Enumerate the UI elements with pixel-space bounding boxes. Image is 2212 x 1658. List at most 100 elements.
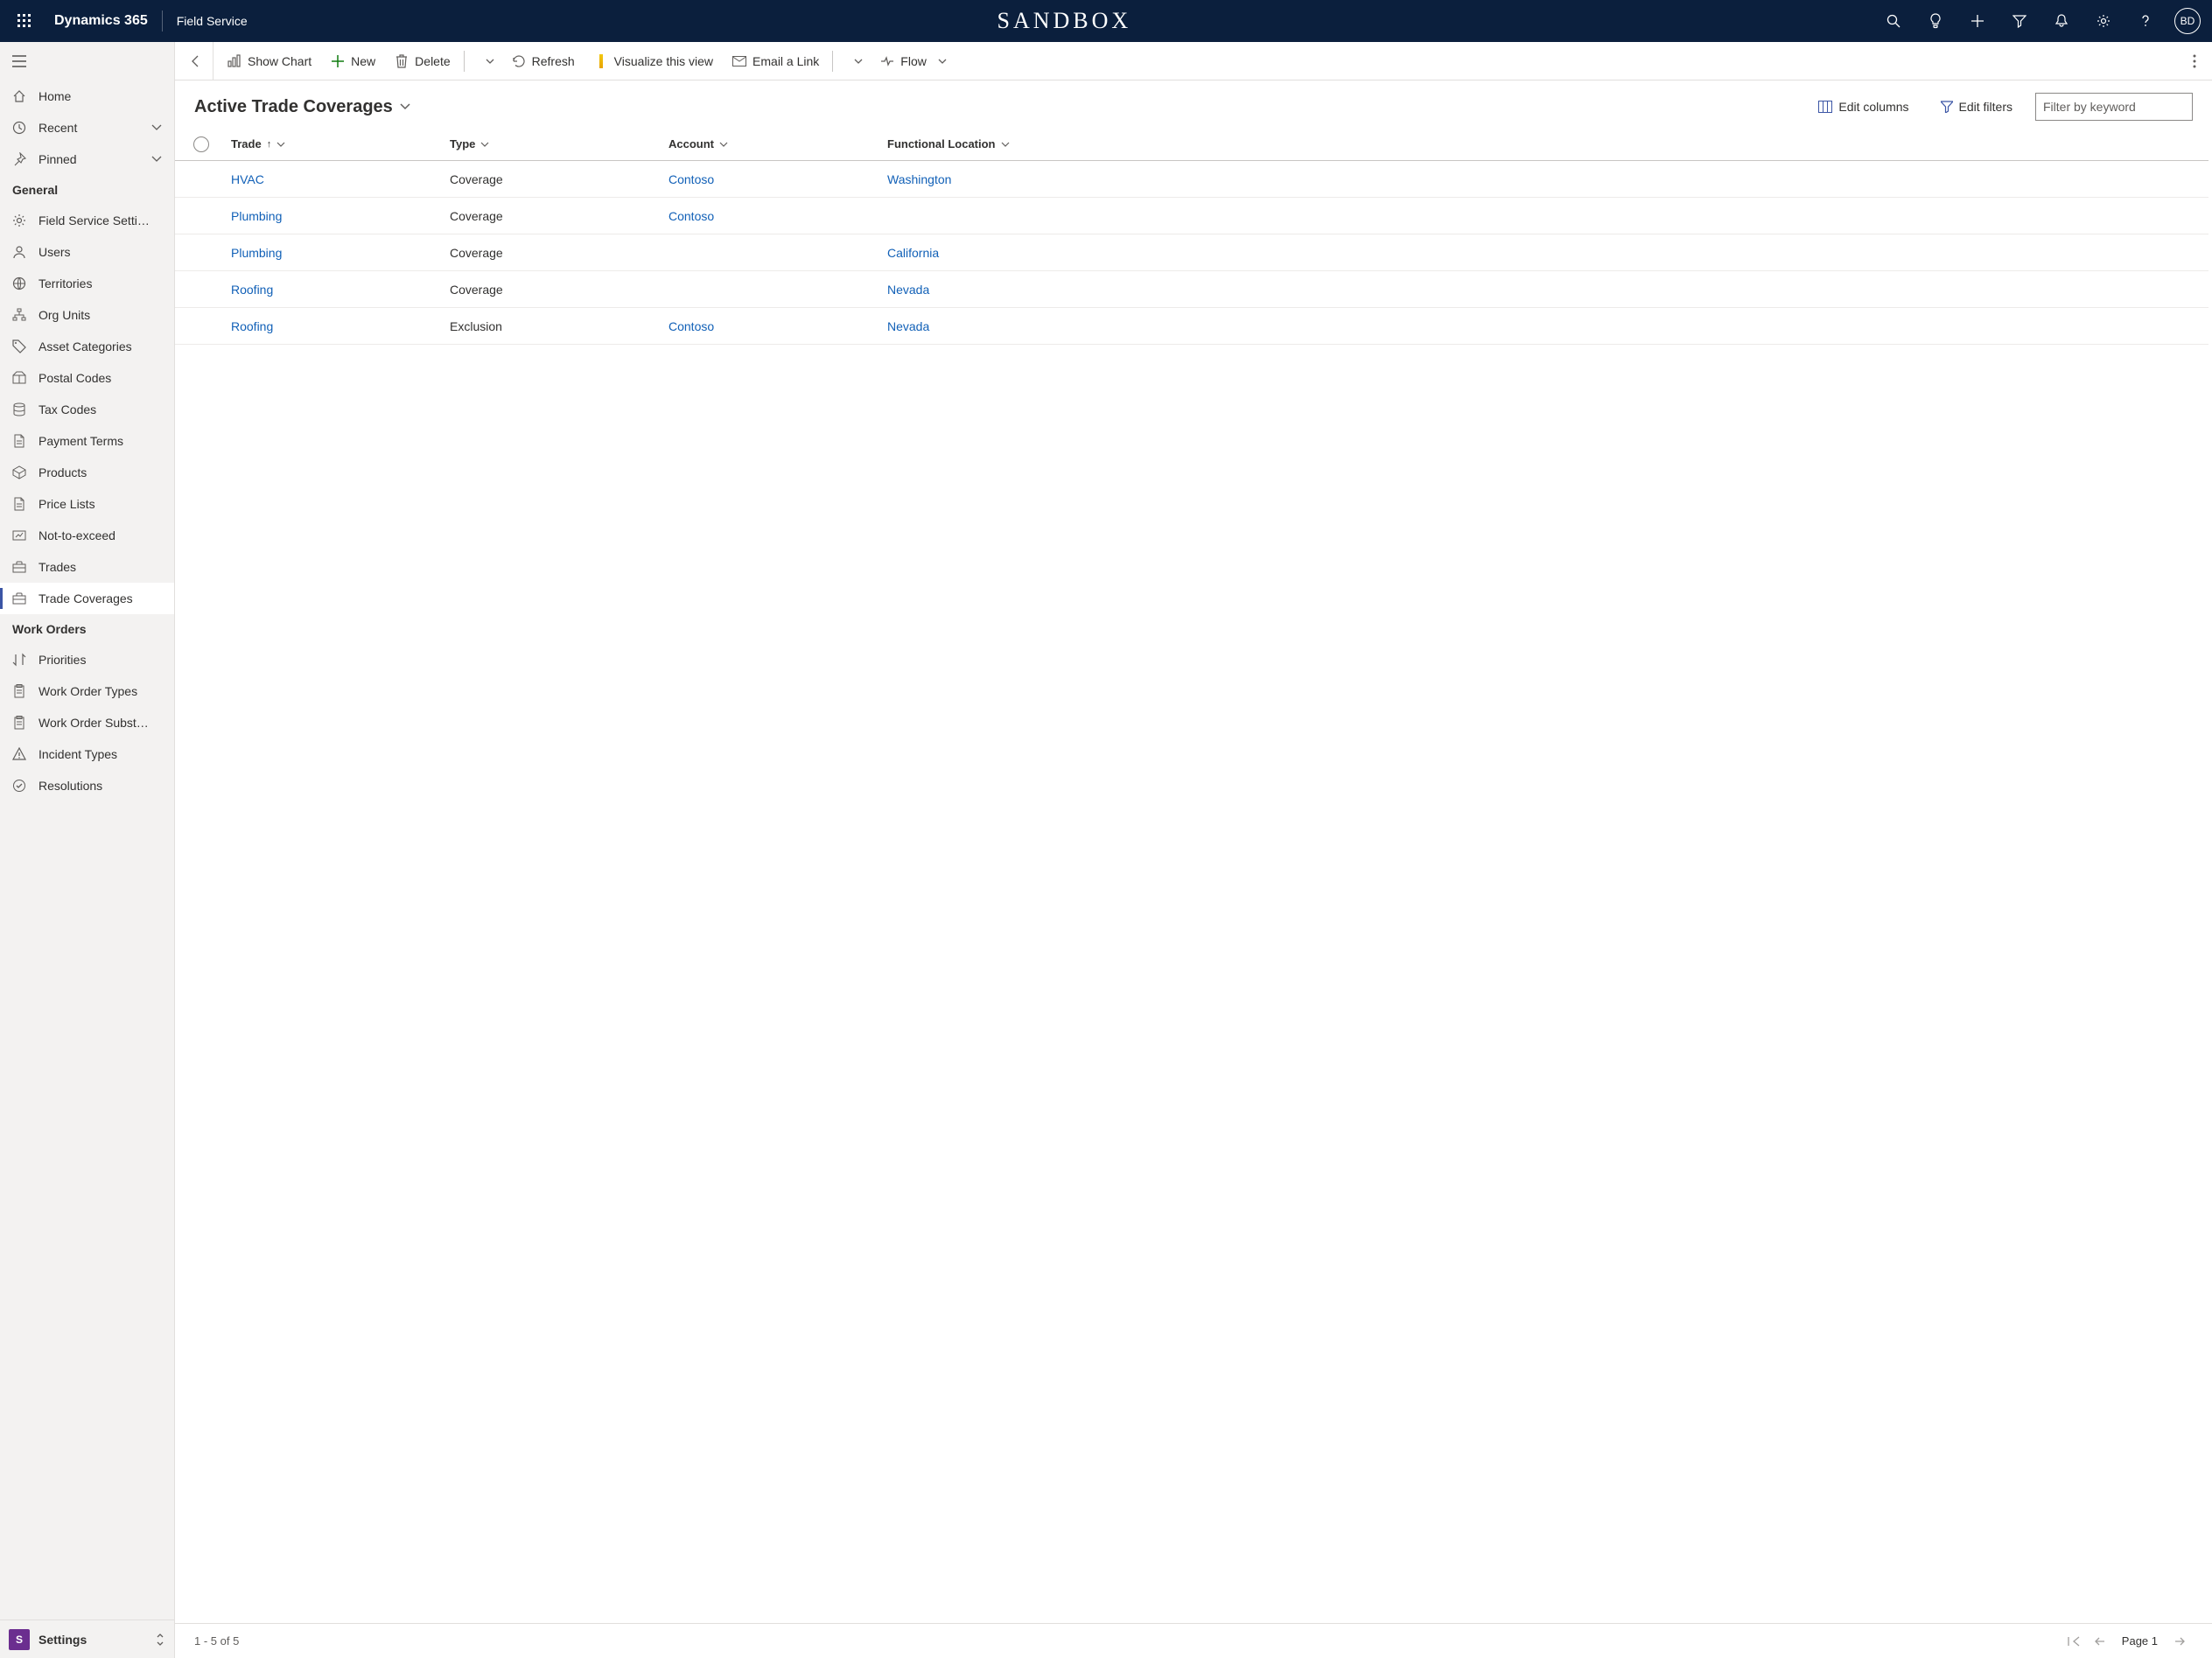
plus-icon — [1970, 14, 1984, 28]
nav-item-0-2[interactable]: Territories — [0, 268, 174, 299]
new-record-button[interactable] — [1956, 0, 1998, 42]
clipboard-icon — [12, 684, 26, 698]
nav-item-label: Field Service Setti… — [38, 213, 162, 227]
nav-item-0-12[interactable]: Trade Coverages — [0, 583, 174, 614]
nav-item-1-2[interactable]: Work Order Subst… — [0, 707, 174, 738]
nav-item-label: Resolutions — [38, 779, 162, 793]
settings-button[interactable] — [2082, 0, 2124, 42]
type-value: Coverage — [450, 209, 503, 223]
sort-asc-icon: ↑ — [267, 139, 272, 150]
location-link[interactable]: Nevada — [887, 283, 929, 297]
email-link-button[interactable]: Email a Link — [724, 42, 845, 80]
nav-item-0-0[interactable]: Field Service Setti… — [0, 205, 174, 236]
area-label: Settings — [38, 1633, 146, 1647]
location-link[interactable]: California — [887, 246, 939, 260]
mailbox-icon — [12, 371, 26, 385]
nav-item-0-3[interactable]: Org Units — [0, 299, 174, 331]
trade-link[interactable]: Plumbing — [231, 209, 282, 223]
select-all-cell[interactable] — [182, 136, 220, 152]
nav-item-0-4[interactable]: Asset Categories — [0, 331, 174, 362]
nav-item-0-5[interactable]: Postal Codes — [0, 362, 174, 394]
table-row[interactable]: RoofingCoverageNevada — [175, 271, 2208, 308]
nav-item-0-6[interactable]: Tax Codes — [0, 394, 174, 425]
nav-item-label: Postal Codes — [38, 371, 162, 385]
nav-item-pinned[interactable]: Pinned — [0, 143, 174, 175]
nav-item-label: Trade Coverages — [38, 591, 162, 605]
delete-button[interactable]: Delete — [386, 42, 476, 80]
command-overflow-button[interactable] — [2180, 42, 2208, 80]
grid-container[interactable]: Trade↑ Type Account Functional Location … — [175, 128, 2212, 1623]
email-split-button[interactable] — [847, 42, 870, 80]
nav-item-recent[interactable]: Recent — [0, 112, 174, 143]
trade-link[interactable]: Plumbing — [231, 246, 282, 260]
next-page-button[interactable] — [2166, 1636, 2193, 1647]
new-button[interactable]: New — [322, 42, 384, 80]
table-row[interactable]: HVAC Coverage Contoso Washington — [175, 161, 2208, 198]
advanced-filter-button[interactable] — [1998, 0, 2040, 42]
view-selector[interactable]: Active Trade Coverages — [194, 97, 410, 117]
column-header-location[interactable]: Functional Location — [887, 137, 2198, 150]
nav-item-0-7[interactable]: Payment Terms — [0, 425, 174, 457]
flow-button[interactable]: Flow — [872, 42, 956, 80]
prev-page-button[interactable] — [2087, 1636, 2113, 1647]
powerbi-icon — [594, 54, 608, 68]
refresh-button[interactable]: Refresh — [503, 42, 584, 80]
column-header-trade[interactable]: Trade↑ — [231, 137, 429, 150]
chevron-down-icon — [938, 59, 947, 64]
location-link[interactable]: Washington — [887, 172, 951, 186]
trash-icon — [395, 54, 409, 68]
nav-item-0-11[interactable]: Trades — [0, 551, 174, 583]
column-header-account[interactable]: Account — [668, 137, 866, 150]
area-switcher[interactable]: S Settings — [0, 1620, 174, 1658]
delete-split-button[interactable] — [479, 42, 501, 80]
nav-item-0-9[interactable]: Price Lists — [0, 488, 174, 520]
gear-icon — [2096, 14, 2110, 28]
column-header-type[interactable]: Type — [450, 137, 648, 150]
trade-link[interactable]: Roofing — [231, 319, 273, 333]
edit-filters-button[interactable]: Edit filters — [1932, 94, 2021, 119]
nav-item-1-4[interactable]: Resolutions — [0, 770, 174, 801]
nav-item-label: Tax Codes — [38, 402, 162, 416]
chevron-down-icon — [719, 142, 728, 147]
notifications-button[interactable] — [2040, 0, 2082, 42]
environment-label: SANDBOX — [997, 8, 1131, 34]
nav-item-0-1[interactable]: Users — [0, 236, 174, 268]
help-button[interactable] — [2124, 0, 2166, 42]
user-avatar[interactable]: BD — [2174, 8, 2201, 34]
waffle-icon — [18, 14, 32, 28]
edit-columns-button[interactable]: Edit columns — [1810, 94, 1917, 119]
nav-item-1-3[interactable]: Incident Types — [0, 738, 174, 770]
back-button[interactable] — [178, 42, 214, 80]
nav-item-1-0[interactable]: Priorities — [0, 644, 174, 675]
nav-item-0-10[interactable]: Not-to-exceed — [0, 520, 174, 551]
delete-label: Delete — [415, 54, 450, 68]
trade-link[interactable]: HVAC — [231, 172, 264, 186]
show-chart-button[interactable]: Show Chart — [219, 42, 320, 80]
app-launcher-button[interactable] — [4, 0, 46, 42]
view-header: Active Trade Coverages Edit columns Edit… — [175, 80, 2212, 128]
table-row[interactable]: RoofingExclusionContosoNevada — [175, 308, 2208, 345]
account-link[interactable]: Contoso — [668, 209, 714, 223]
account-link[interactable]: Contoso — [668, 172, 714, 186]
nav-item-home[interactable]: Home — [0, 80, 174, 112]
type-value: Coverage — [450, 172, 503, 186]
nav-item-1-1[interactable]: Work Order Types — [0, 675, 174, 707]
more-vertical-icon — [2193, 54, 2196, 68]
product-brand[interactable]: Dynamics 365 — [46, 13, 157, 29]
table-row[interactable]: Plumbing Coverage Contoso — [175, 198, 2208, 234]
visualize-button[interactable]: Visualize this view — [585, 42, 722, 80]
trade-link[interactable]: Roofing — [231, 283, 273, 297]
account-link[interactable]: Contoso — [668, 319, 714, 333]
table-row[interactable]: PlumbingCoverageCalifornia — [175, 234, 2208, 271]
nav-item-0-8[interactable]: Products — [0, 457, 174, 488]
app-name[interactable]: Field Service — [168, 14, 256, 28]
sidebar-toggle-button[interactable] — [12, 55, 26, 67]
search-button[interactable] — [1872, 0, 1914, 42]
keyword-filter-input[interactable] — [2035, 93, 2193, 121]
location-link[interactable]: Nevada — [887, 319, 929, 333]
chevron-down-icon — [480, 142, 489, 147]
assistant-button[interactable] — [1914, 0, 1956, 42]
chevron-down-icon — [400, 103, 410, 110]
orgchart-icon — [12, 308, 26, 322]
first-page-button[interactable] — [2061, 1636, 2087, 1647]
